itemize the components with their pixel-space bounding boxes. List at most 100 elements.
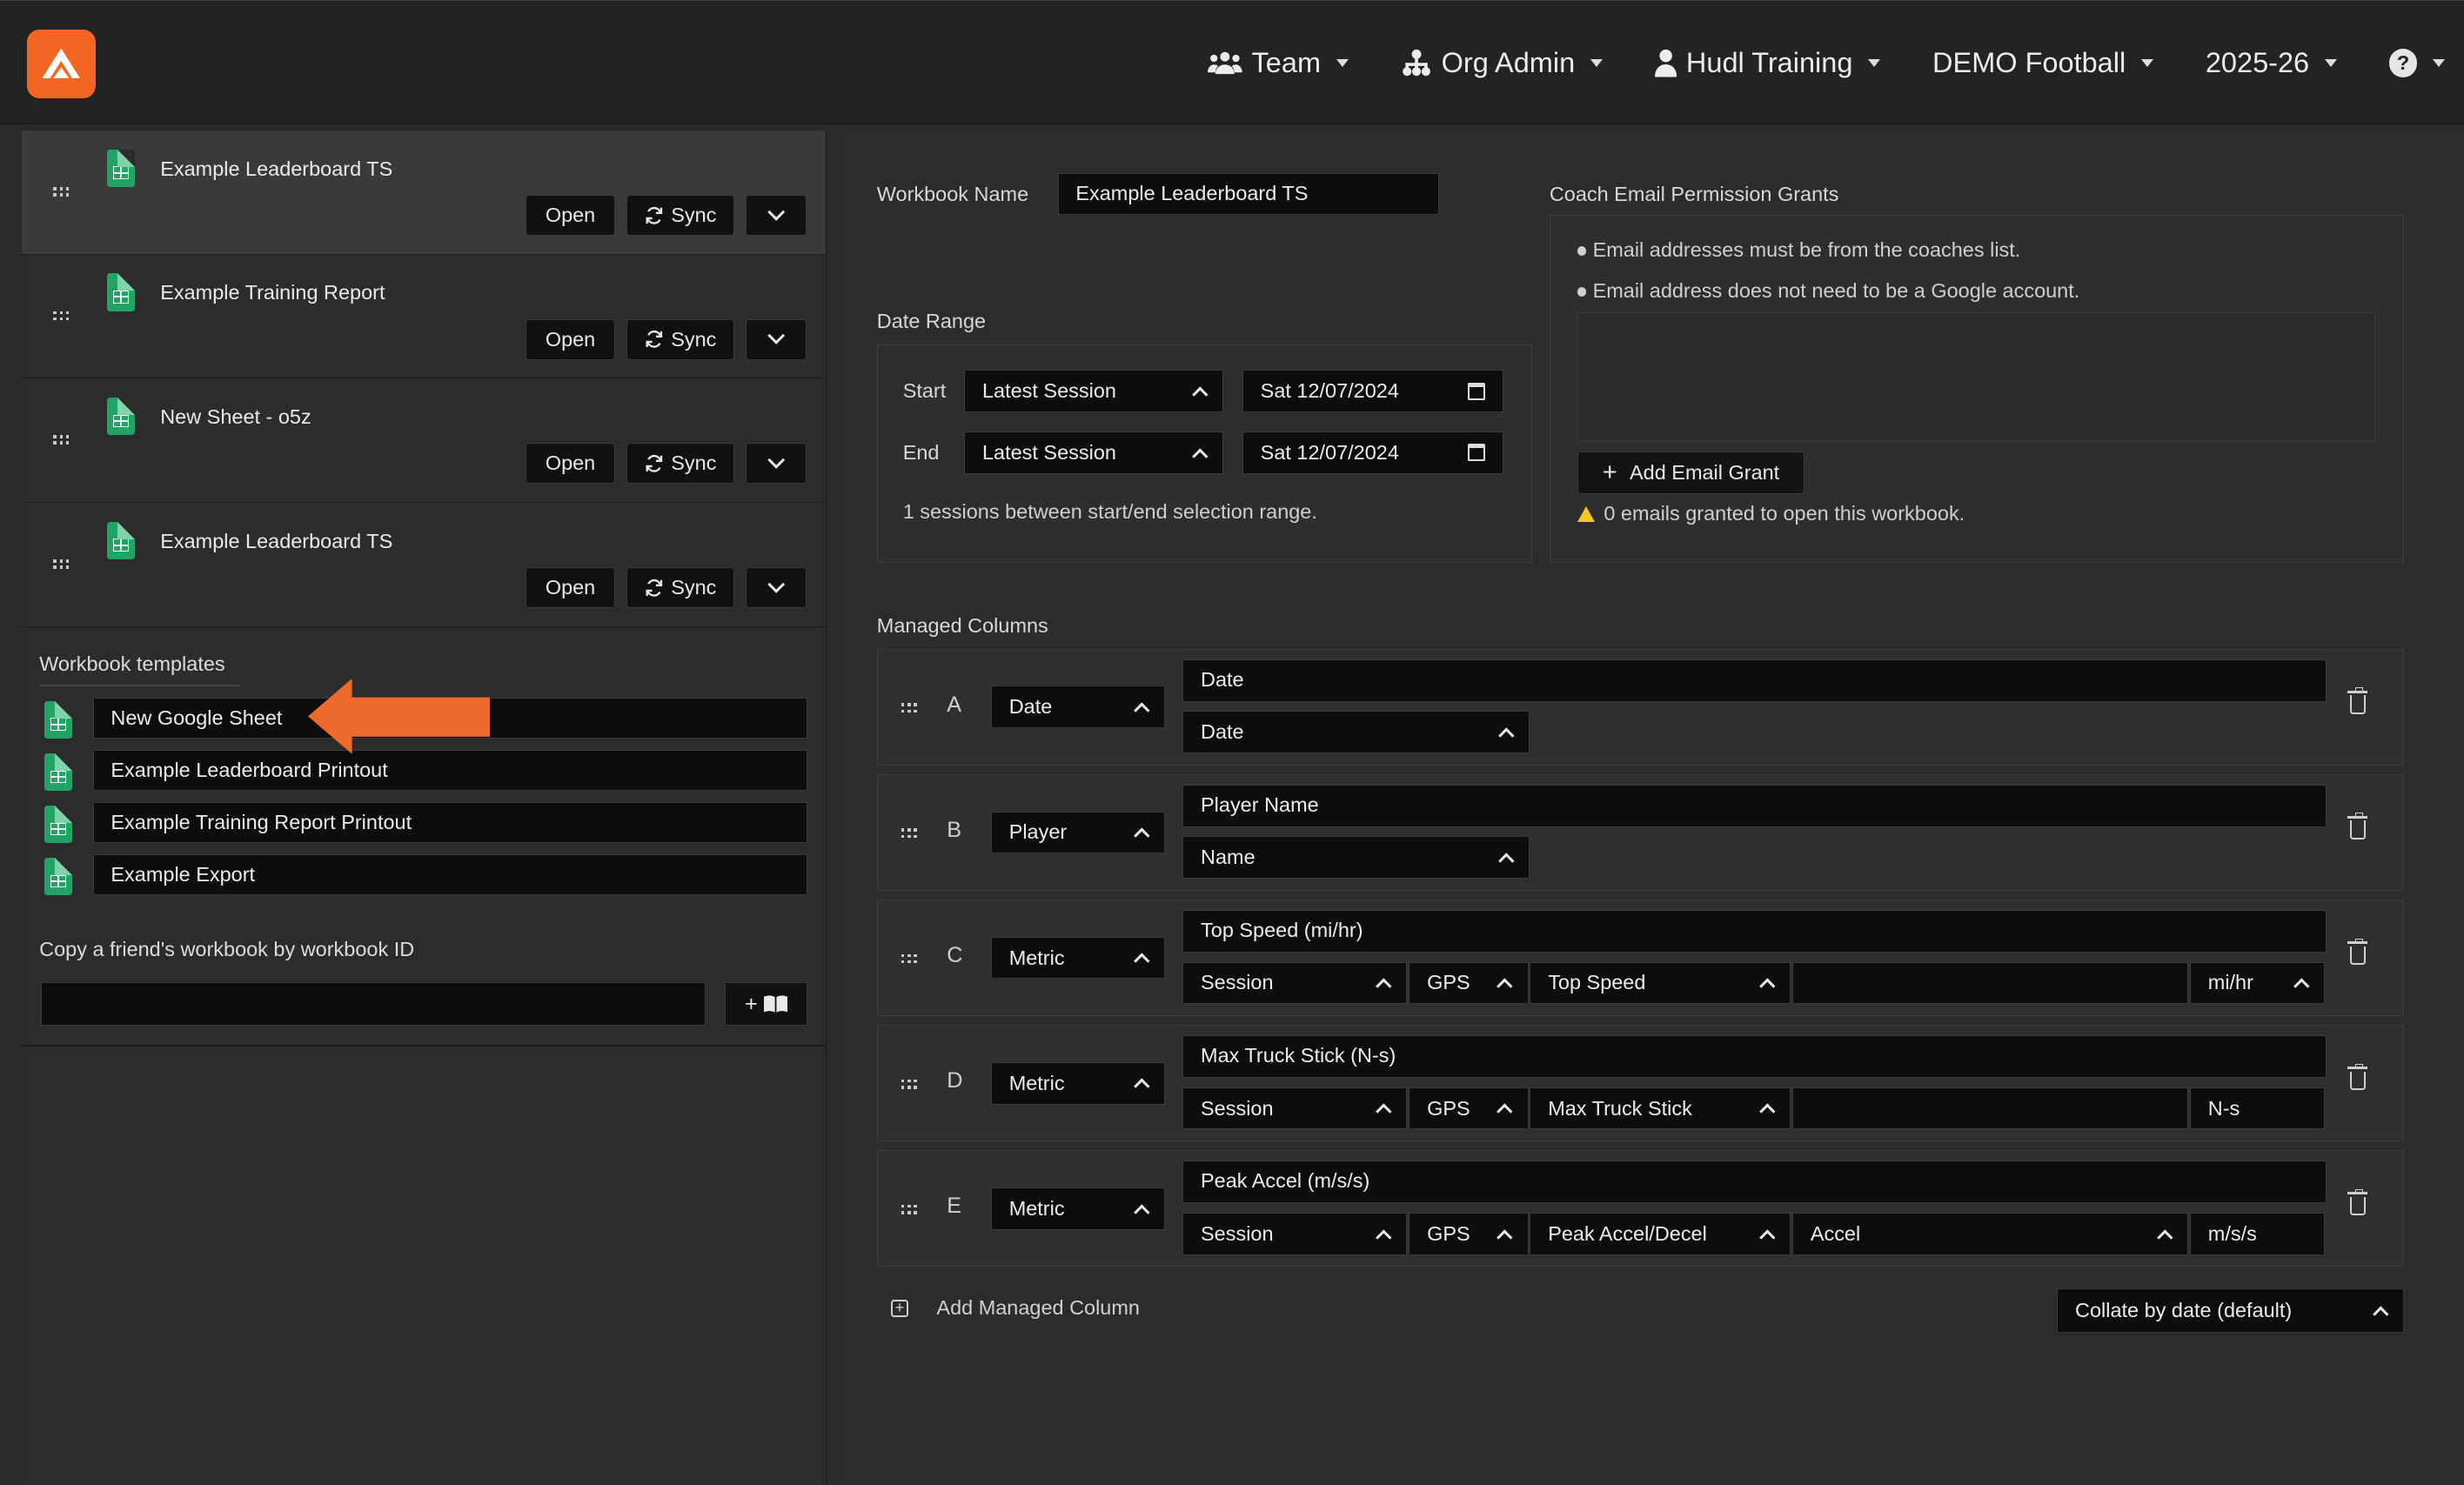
trash-icon[interactable] xyxy=(2347,938,2368,966)
add-email-grant-label: Add Email Grant xyxy=(1630,461,1780,485)
workbook-item[interactable]: Example Leaderboard TS Open Sync xyxy=(22,130,826,255)
drag-handle-icon[interactable] xyxy=(901,1079,917,1089)
nav-help[interactable]: ? xyxy=(2388,49,2446,77)
nav-season-select-label: 2025-26 xyxy=(2205,46,2310,78)
column-name-input[interactable]: Player Name xyxy=(1182,784,2327,827)
column-type-select[interactable]: Player xyxy=(990,811,1166,854)
workbook-menu-button[interactable] xyxy=(745,566,807,608)
template-item[interactable]: Example Export xyxy=(41,854,808,897)
chevron-up-icon xyxy=(1498,727,1515,744)
chevron-down-icon xyxy=(1336,58,1349,67)
workbook-menu-button[interactable] xyxy=(745,443,807,485)
trash-icon[interactable] xyxy=(2347,687,2368,714)
column-name-input[interactable]: Date xyxy=(1182,659,2327,702)
trash-icon[interactable] xyxy=(2347,1188,2368,1216)
column-source-select[interactable] xyxy=(1791,1087,2189,1130)
chevron-up-icon xyxy=(1498,853,1515,869)
column-name-input[interactable]: Max Truck Stick (N-s) xyxy=(1182,1035,2327,1078)
drag-handle-icon[interactable] xyxy=(53,559,70,569)
org-chart-icon xyxy=(1402,49,1430,77)
hudl-logo[interactable] xyxy=(26,29,97,98)
drag-handle-icon[interactable] xyxy=(901,1204,917,1214)
template-name[interactable]: Example Leaderboard Printout xyxy=(92,750,808,791)
open-button[interactable]: Open xyxy=(526,194,615,236)
sync-button[interactable]: Sync xyxy=(626,443,735,485)
column-source-select[interactable] xyxy=(1791,961,2189,1005)
drag-handle-icon[interactable] xyxy=(901,828,917,839)
column-source-select[interactable]: mi/hr xyxy=(2189,961,2326,1005)
open-button[interactable]: Open xyxy=(526,318,615,360)
logo-mark-icon xyxy=(42,48,81,78)
column-source-value: Session xyxy=(1201,1096,1274,1120)
template-item[interactable]: Example Training Report Printout xyxy=(41,802,808,845)
workbook-item[interactable]: New Sheet - o5z Open Sync xyxy=(22,378,826,503)
drag-handle-icon[interactable] xyxy=(901,953,917,964)
plus-square-icon[interactable]: + xyxy=(891,1300,908,1317)
trash-icon[interactable] xyxy=(2347,813,2368,840)
column-source-select[interactable]: Session xyxy=(1182,1087,1408,1130)
column-type-select[interactable]: Metric xyxy=(990,936,1166,980)
workbook-menu-button[interactable] xyxy=(745,194,807,236)
workbook-item[interactable]: Example Leaderboard TS Open Sync xyxy=(22,503,826,627)
column-source-select[interactable]: GPS xyxy=(1409,1212,1529,1255)
email-grants-textarea[interactable] xyxy=(1577,311,2376,441)
column-source-select[interactable]: Max Truck Stick xyxy=(1530,1087,1791,1130)
column-type-select[interactable]: Metric xyxy=(990,1187,1166,1230)
column-source-select[interactable]: m/s/s xyxy=(2189,1212,2326,1255)
column-letter: C xyxy=(947,942,963,967)
workbook-menu-button[interactable] xyxy=(745,318,807,360)
end-mode-select[interactable]: Latest Session xyxy=(964,431,1224,474)
column-source-select[interactable]: Date xyxy=(1182,711,1530,754)
column-source-select[interactable]: Peak Accel/Decel xyxy=(1530,1212,1791,1255)
sync-icon xyxy=(646,206,662,224)
workbook-item[interactable]: Example Training Report Open Sync xyxy=(22,255,826,379)
sync-button[interactable]: Sync xyxy=(626,566,735,608)
column-source-select[interactable]: Session xyxy=(1182,1212,1408,1255)
help-icon: ? xyxy=(2388,49,2418,77)
column-source-select[interactable]: N-s xyxy=(2189,1087,2326,1130)
template-item[interactable]: Example Leaderboard Printout xyxy=(41,750,808,793)
workbook-name-input[interactable]: Example Leaderboard TS xyxy=(1057,172,1440,216)
sync-button[interactable]: Sync xyxy=(626,194,735,236)
grants-label: Coach Email Permission Grants xyxy=(1549,182,1839,205)
column-type-select[interactable]: Metric xyxy=(990,1061,1166,1105)
template-name[interactable]: Example Training Report Printout xyxy=(92,802,808,844)
open-button[interactable]: Open xyxy=(526,443,615,485)
open-button[interactable]: Open xyxy=(526,566,615,608)
column-source-select[interactable]: Top Speed xyxy=(1530,961,1791,1005)
workbook-id-input[interactable] xyxy=(40,981,706,1027)
column-name-input[interactable]: Top Speed (mi/hr) xyxy=(1182,910,2327,953)
start-date-input[interactable]: Sat 12/07/2024 xyxy=(1242,370,1503,413)
column-source-select[interactable]: Name xyxy=(1182,836,1530,880)
column-letter: A xyxy=(947,692,962,717)
chevron-up-icon xyxy=(1376,1228,1392,1245)
drag-handle-icon[interactable] xyxy=(901,703,917,713)
add-email-grant-button[interactable]: + Add Email Grant xyxy=(1577,452,1805,495)
column-letter: D xyxy=(947,1068,963,1094)
copy-workbook-button[interactable]: + xyxy=(724,981,808,1027)
chevron-up-icon xyxy=(1759,1103,1775,1120)
add-managed-column-button[interactable]: Add Managed Column xyxy=(936,1296,1140,1320)
drag-handle-icon[interactable] xyxy=(53,311,70,321)
template-name[interactable]: Example Export xyxy=(92,854,808,896)
drag-handle-icon[interactable] xyxy=(53,186,70,197)
drag-handle-icon[interactable] xyxy=(53,435,70,445)
column-source-select[interactable]: Session xyxy=(1182,961,1408,1005)
start-mode-select[interactable]: Latest Session xyxy=(964,370,1224,413)
column-type-select[interactable]: Date xyxy=(990,686,1166,729)
sync-button[interactable]: Sync xyxy=(626,318,735,360)
column-letter: B xyxy=(947,817,962,842)
column-source-select[interactable]: Accel xyxy=(1791,1212,2189,1255)
column-source-select[interactable]: GPS xyxy=(1409,961,1529,1005)
nav-hudl-training[interactable]: Hudl Training xyxy=(1654,47,1881,79)
nav-org-admin[interactable]: Org Admin xyxy=(1401,47,1604,79)
chevron-up-icon xyxy=(1134,1078,1150,1094)
column-source-select[interactable]: GPS xyxy=(1409,1087,1529,1130)
nav-team-select[interactable]: DEMO Football xyxy=(1932,47,2154,79)
nav-team[interactable]: Team xyxy=(1207,47,1349,79)
column-name-input[interactable]: Peak Accel (m/s/s) xyxy=(1182,1161,2327,1204)
nav-season-select[interactable]: 2025-26 xyxy=(2205,46,2338,79)
trash-icon[interactable] xyxy=(2347,1063,2368,1091)
end-date-input[interactable]: Sat 12/07/2024 xyxy=(1242,431,1503,474)
collate-select[interactable]: Collate by date (default) xyxy=(2057,1288,2405,1333)
